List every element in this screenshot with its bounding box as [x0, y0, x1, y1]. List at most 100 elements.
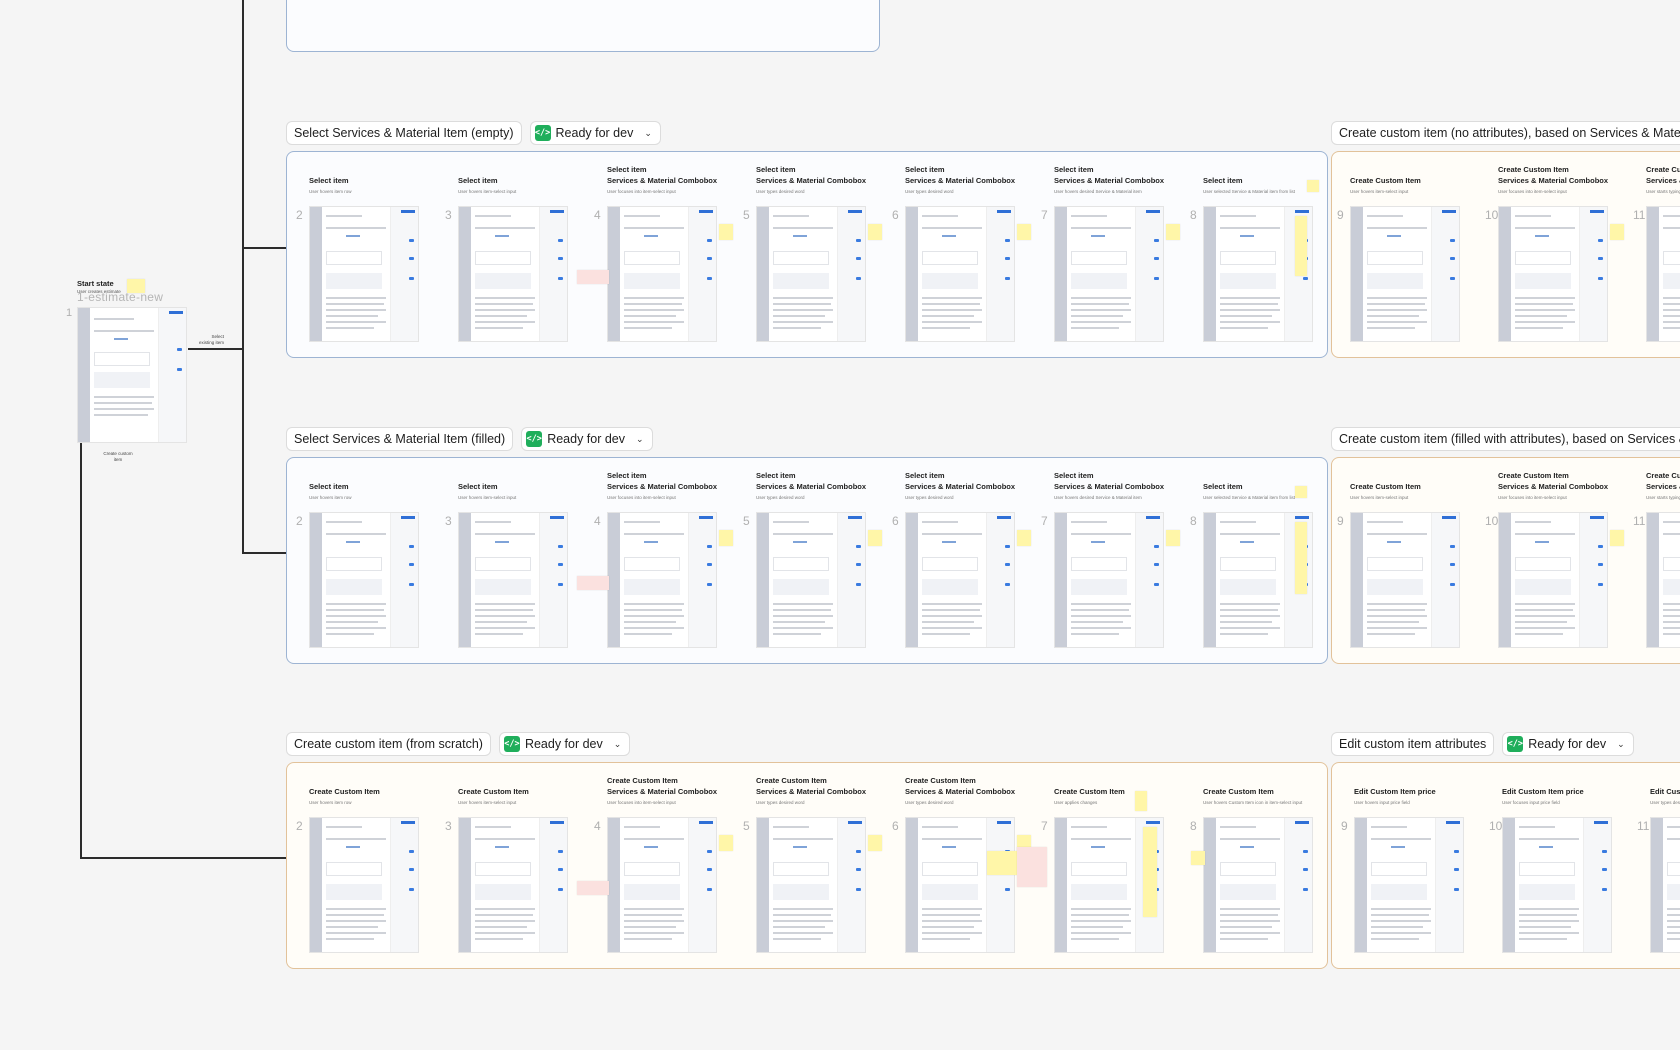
section-title[interactable]: Create custom item (from scratch) — [286, 732, 491, 756]
frame-screenshot[interactable] — [607, 206, 717, 342]
frame-screenshot[interactable] — [1054, 512, 1164, 648]
frame-subtitle: Edit Custom Item price — [1650, 787, 1680, 796]
frame-description: User hovers item-select input — [458, 495, 517, 500]
frame-screenshot[interactable] — [309, 512, 419, 648]
frame-screenshot[interactable] — [905, 512, 1015, 648]
flow-frame[interactable]: Select item User hovers item-select input… — [445, 470, 598, 662]
frame-screenshot[interactable] — [458, 817, 568, 953]
frame-header: Create Custom Item Services & Material Co… — [1646, 164, 1680, 195]
flow-frame[interactable]: Select item Services & Material Combobox U… — [1041, 470, 1194, 662]
flow-frame[interactable]: Create Custom Item User hovers item-selec… — [1337, 164, 1490, 356]
section-select-filled[interactable]: Select item User hovers item row 2 Select i… — [286, 457, 1328, 664]
flow-frame[interactable]: Create Custom Item User hovers Custom Ite… — [1190, 775, 1343, 967]
frame-screenshot[interactable] — [756, 817, 866, 953]
flow-frame[interactable]: Select item User hovers item-select input… — [445, 164, 598, 356]
annotation-note — [577, 270, 609, 284]
flow-frame[interactable]: Select item User hovers item row 2 — [296, 164, 449, 356]
section-title[interactable]: Edit custom item attributes — [1331, 732, 1495, 756]
section-previous-flow[interactable] — [286, 0, 880, 52]
flow-frame[interactable]: Edit Custom Item price User focuses input… — [1489, 775, 1642, 967]
annotation-note — [577, 576, 609, 590]
flow-frame[interactable]: Create Custom Item Services & Material Co… — [1485, 470, 1638, 662]
flow-frame[interactable]: Select item Services & Material Combobox U… — [594, 164, 747, 356]
flow-frame[interactable]: Select item Services & Material Combobox U… — [1041, 164, 1194, 356]
frame-screenshot[interactable] — [458, 206, 568, 342]
frame-number: 8 — [1190, 819, 1197, 833]
section-title[interactable]: Create custom item (no attributes), base… — [1331, 121, 1680, 145]
frame-screenshot[interactable] — [1498, 206, 1608, 342]
flow-frame[interactable]: Create Custom Item User hovers item row 2 — [296, 775, 449, 967]
status-dropdown[interactable]: </> Ready for dev ⌄ — [498, 732, 631, 756]
frame-subtitle: Services & Material Combobox — [1054, 482, 1165, 491]
flow-frame[interactable]: Create Custom Item Services & Material Co… — [1633, 164, 1680, 356]
flow-frame[interactable]: Create Custom Item User applies changes 7 — [1041, 775, 1194, 967]
section-select-empty[interactable]: Select item User hovers item row 2 Select i… — [286, 151, 1328, 358]
frame-screenshot[interactable] — [1498, 512, 1608, 648]
flow-frame[interactable]: Select item User hovers item row 2 — [296, 470, 449, 662]
frame-screenshot[interactable] — [1054, 206, 1164, 342]
frame-screenshot[interactable] — [905, 817, 1015, 953]
frame-screenshot[interactable] — [756, 206, 866, 342]
flow-frame[interactable]: Create Custom Item User hovers item-selec… — [1337, 470, 1490, 662]
frame-screenshot[interactable] — [1646, 512, 1680, 648]
edge-label-create-custom: Create custom item — [103, 451, 133, 462]
flow-frame[interactable]: Create Custom Item Services & Material Co… — [1485, 164, 1638, 356]
frame-screenshot[interactable] — [905, 206, 1015, 342]
status-dropdown[interactable]: </> Ready for dev ⌄ — [529, 121, 661, 145]
frame-screenshot[interactable] — [309, 206, 419, 342]
sticky-note — [719, 835, 733, 851]
frame-number: 2 — [296, 819, 303, 833]
frame-screenshot[interactable] — [1646, 206, 1680, 342]
flow-frame[interactable]: Select item Services & Material Combobox U… — [892, 470, 1045, 662]
flow-frame[interactable]: Select item Services & Material Combobox U… — [892, 164, 1045, 356]
frame-title: Select item — [1054, 165, 1094, 174]
section-title[interactable]: Select Services & Material Item (empty) — [286, 121, 522, 145]
frame-subtitle: Services & Material Combobox — [1498, 482, 1609, 491]
status-dropdown[interactable]: </> Ready for dev ⌄ — [521, 427, 653, 451]
frame-number: 5 — [743, 208, 750, 222]
frame-screenshot[interactable] — [1350, 512, 1460, 648]
flow-frame[interactable]: Edit Custom Item price User hovers input … — [1341, 775, 1494, 967]
frame-subtitle: Services & Material Combobox — [756, 787, 867, 796]
frame-screenshot[interactable] — [1203, 817, 1313, 953]
section-create-filled-attributes[interactable]: Create Custom Item User hovers item-selec… — [1331, 457, 1680, 664]
flow-frame[interactable]: Select item User selected Service & Mater… — [1190, 470, 1343, 662]
frame-screenshot[interactable] — [756, 512, 866, 648]
flow-frame[interactable]: Create Custom Item Services & Material Co… — [1633, 470, 1680, 662]
frame-header: Select item User hovers item-select input — [458, 164, 608, 195]
frame-description: User hovers desired Service & Material i… — [1054, 495, 1142, 500]
sticky-note — [1166, 224, 1180, 240]
flow-frame[interactable]: Select item User selected Service & Mater… — [1190, 164, 1343, 356]
flow-frame[interactable]: Select item Services & Material Combobox U… — [594, 470, 747, 662]
frame-screenshot[interactable] — [1354, 817, 1464, 953]
start-state-title: Start state — [77, 279, 114, 288]
section-title[interactable]: Create custom item (filled with attribut… — [1331, 427, 1680, 451]
frame-header: Create Custom Item Services & Material Co… — [1646, 470, 1680, 501]
frame-screenshot[interactable] — [607, 817, 717, 953]
flow-frame[interactable]: Create Custom Item Services & Material Co… — [743, 775, 896, 967]
frame-screenshot[interactable] — [607, 512, 717, 648]
frame-subtitle: Services & Material Combobox — [756, 176, 867, 185]
frame-screenshot[interactable] — [1350, 206, 1460, 342]
frame-screenshot[interactable] — [1502, 817, 1612, 953]
flow-frame[interactable]: Create Custom Item User hovers item-selec… — [445, 775, 598, 967]
canvas[interactable]: Start state User creates estimate 1-esti… — [0, 0, 1680, 1050]
frame-header: Create Custom Item Services & Material Co… — [756, 775, 906, 806]
frame-subtitle: Services & Material Combobox — [905, 482, 1016, 491]
section-create-scratch[interactable]: Create Custom Item User hovers item row 2 C… — [286, 762, 1328, 969]
section-create-no-attributes[interactable]: Create Custom Item User hovers item-selec… — [1331, 151, 1680, 358]
flow-frame[interactable]: Select item Services & Material Combobox U… — [743, 470, 896, 662]
frame-title: Select item — [905, 165, 945, 174]
section-edit-attributes[interactable]: Edit Custom Item price User hovers input … — [1331, 762, 1680, 969]
start-frame-screenshot[interactable] — [77, 307, 187, 443]
frame-header: Create Custom Item Services & Material Co… — [905, 775, 1055, 806]
frame-screenshot[interactable] — [1650, 817, 1680, 953]
flow-frame[interactable]: Select item Services & Material Combobox U… — [743, 164, 896, 356]
flow-frame[interactable]: Edit Custom Item price User types desired… — [1637, 775, 1680, 967]
flow-frame[interactable]: Create Custom Item Services & Material Co… — [594, 775, 747, 967]
section-title[interactable]: Select Services & Material Item (filled) — [286, 427, 514, 451]
status-dropdown[interactable]: </> Ready for dev ⌄ — [1502, 732, 1634, 756]
frame-subtitle: Services & Material Combobox — [756, 482, 867, 491]
frame-screenshot[interactable] — [309, 817, 419, 953]
frame-screenshot[interactable] — [458, 512, 568, 648]
